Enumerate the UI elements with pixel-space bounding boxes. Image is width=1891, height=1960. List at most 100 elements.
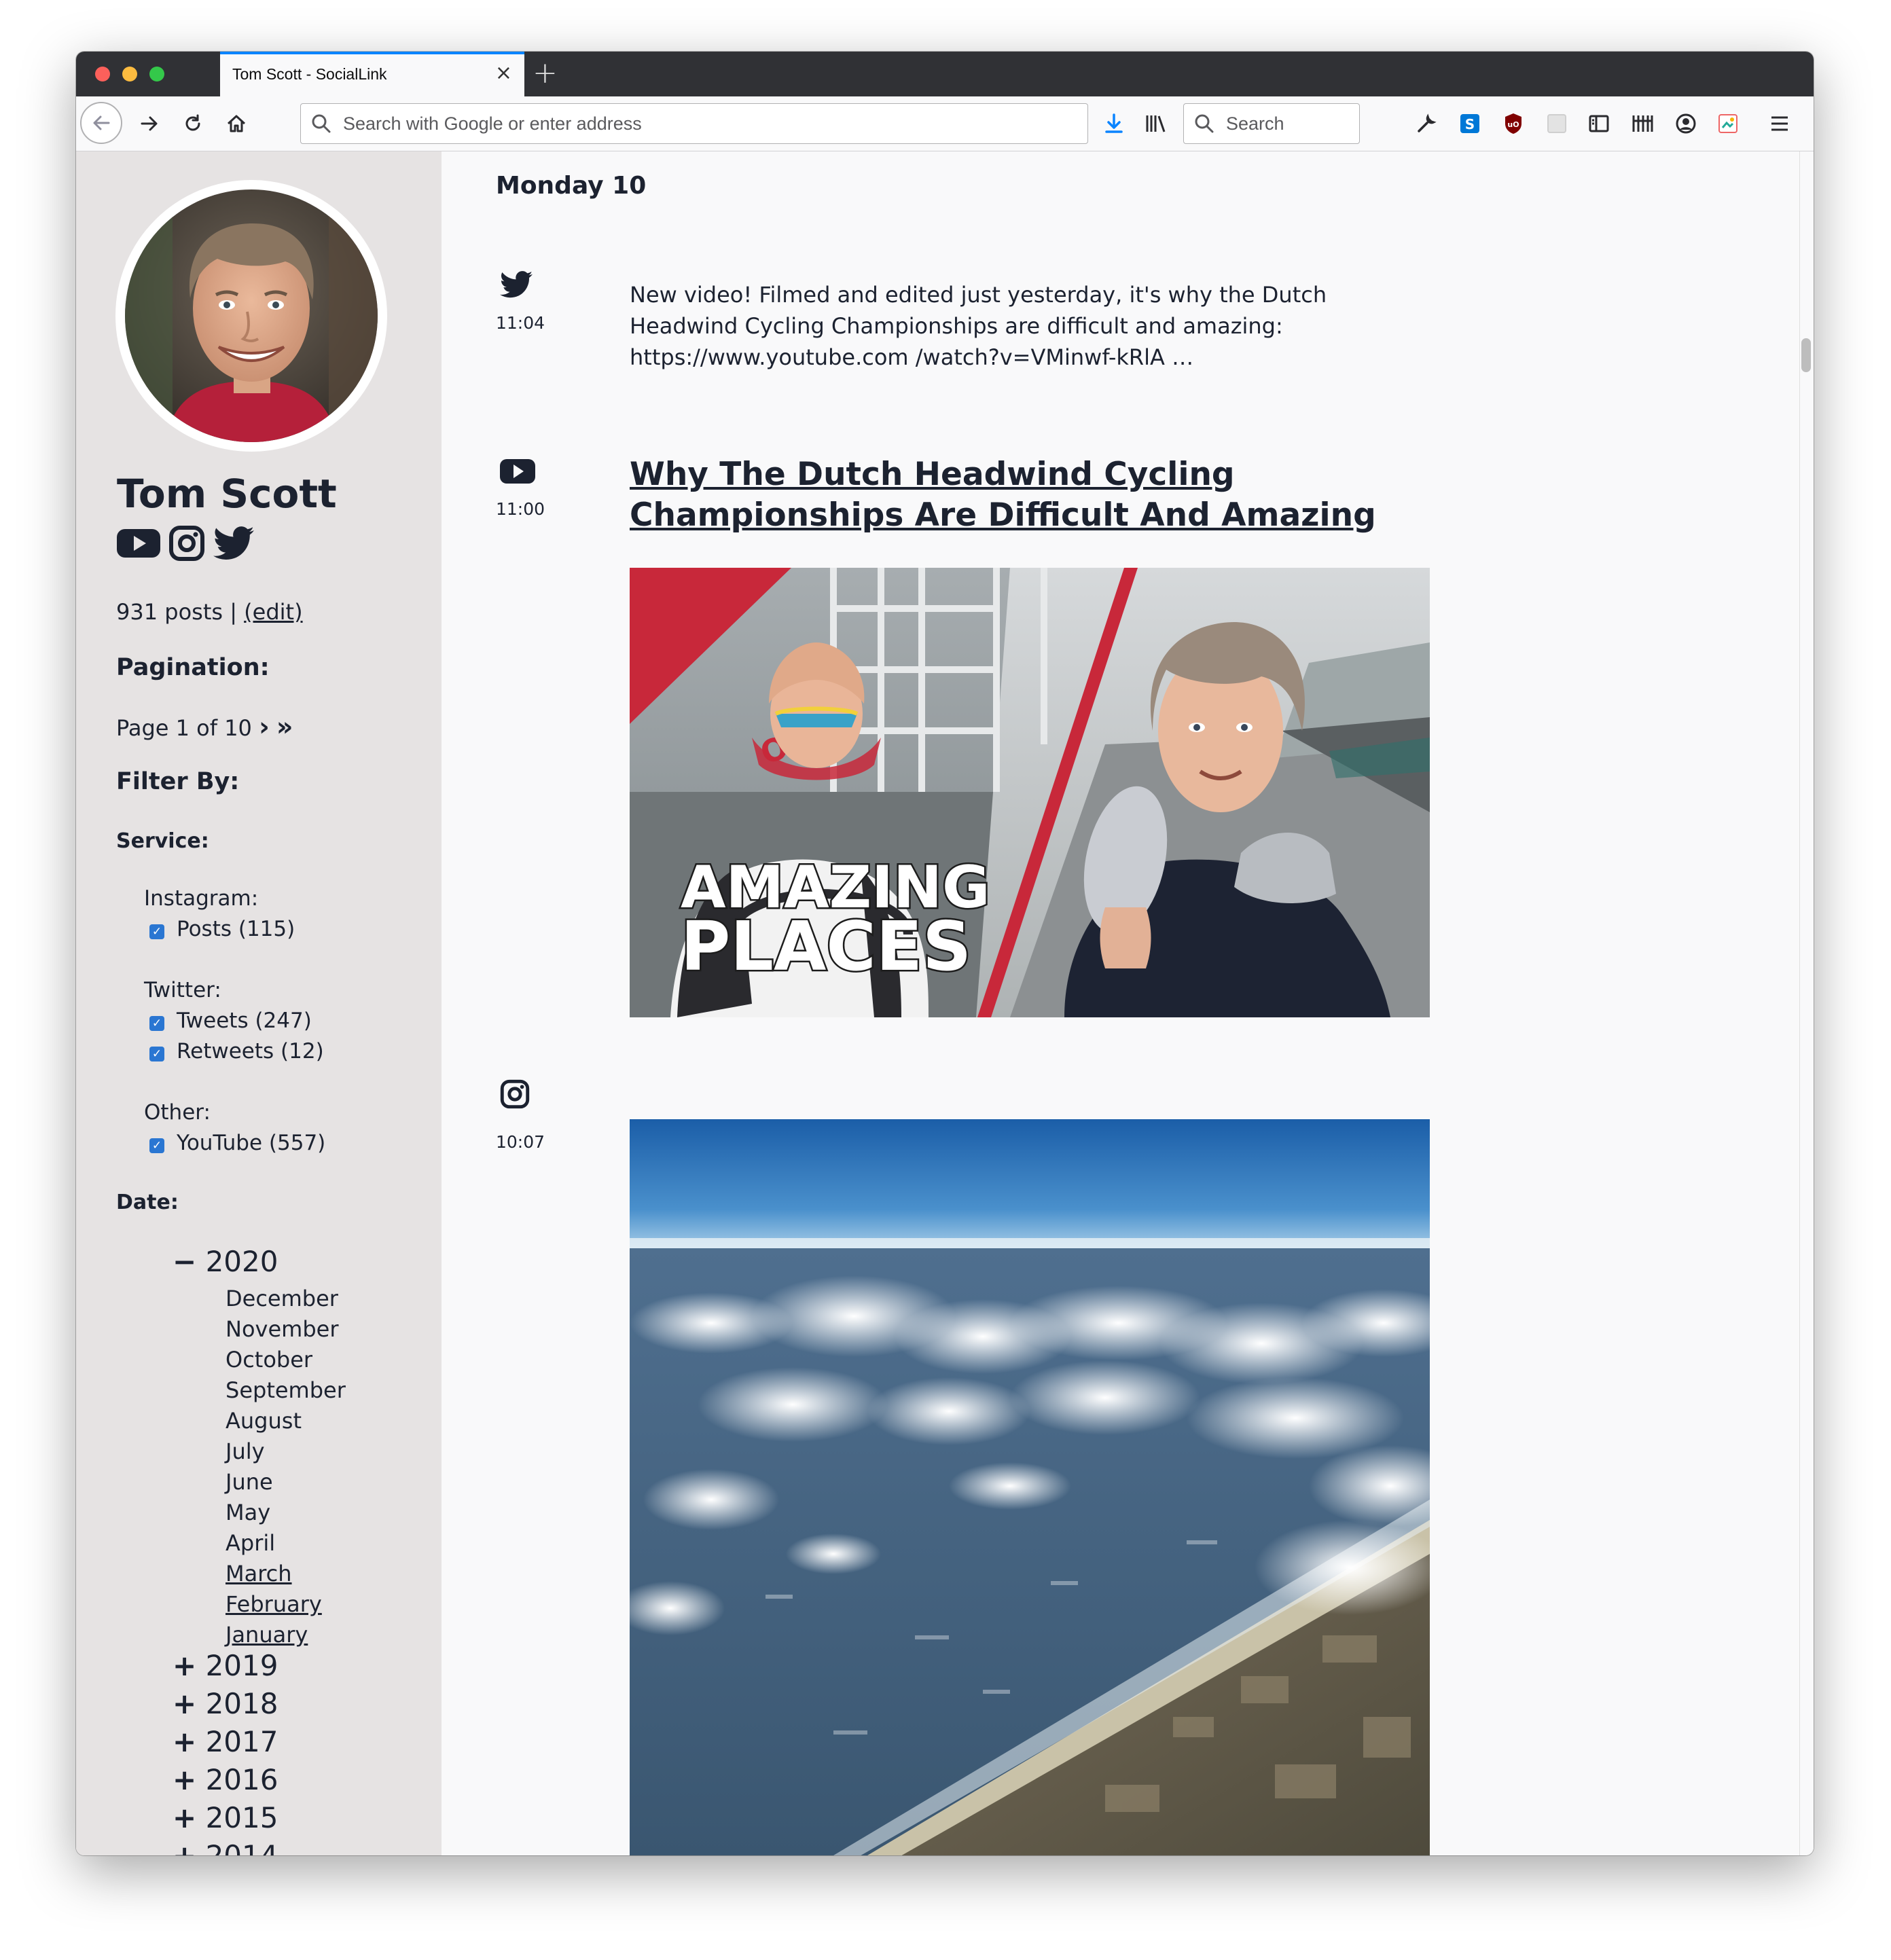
sidebar-icon: [1589, 115, 1609, 132]
download-arrow-icon: [1105, 113, 1123, 133]
expand-toggle-icon[interactable]: +: [173, 1687, 196, 1720]
youtube-icon: [500, 459, 535, 484]
month-april: April: [226, 1530, 276, 1556]
tab-active[interactable]: Tom Scott - SocialLink ×: [220, 52, 524, 96]
checkbox-tweets[interactable]: ✓: [149, 1016, 164, 1031]
close-window-button[interactable]: [95, 67, 110, 81]
post-time[interactable]: 10:07: [496, 1132, 545, 1152]
skype-extension-button[interactable]: S: [1458, 111, 1482, 136]
checkbox-instagram-posts[interactable]: ✓: [149, 924, 164, 939]
expand-toggle-icon[interactable]: +: [173, 1839, 196, 1855]
year-2018[interactable]: + 2018: [173, 1687, 278, 1720]
month-october: October: [226, 1347, 313, 1373]
home-button[interactable]: [217, 105, 255, 143]
month-september: September: [226, 1377, 346, 1403]
hamburger-menu-icon: [1771, 116, 1788, 131]
year-label: 2015: [205, 1801, 278, 1834]
video-title-link[interactable]: Why The Dutch Headwind Cycling Champions…: [630, 454, 1445, 536]
month-may: May: [226, 1500, 271, 1525]
year-2016[interactable]: + 2016: [173, 1763, 278, 1796]
back-button[interactable]: [80, 102, 122, 144]
grid-icon: [1547, 114, 1566, 133]
filter-label-tweets[interactable]: Tweets (247): [177, 1009, 312, 1033]
month-august: August: [226, 1408, 302, 1434]
thumbnail-title-line2: PLACES: [681, 907, 971, 986]
forward-button[interactable]: [130, 105, 168, 143]
scrollbar-thumb[interactable]: [1801, 338, 1811, 372]
expand-toggle-icon[interactable]: +: [173, 1725, 196, 1758]
feed: Monday 10 11:04 New video! Filmed and ed…: [442, 151, 1800, 1855]
address-bar-placeholder: Search with Google or enter address: [343, 113, 642, 134]
expand-toggle-icon[interactable]: +: [173, 1649, 196, 1682]
minimize-window-button[interactable]: [122, 67, 137, 81]
tab-close-icon[interactable]: ×: [495, 61, 512, 85]
zoom-window-button[interactable]: [149, 67, 164, 81]
page-scrollbar[interactable]: [1799, 151, 1814, 1855]
post-time[interactable]: 11:00: [496, 499, 545, 519]
tab-title: Tom Scott - SocialLink: [232, 65, 387, 83]
year-label: 2018: [205, 1687, 278, 1720]
filter-label-retweets[interactable]: Retweets (12): [177, 1039, 324, 1064]
expand-toggle-icon[interactable]: +: [173, 1801, 196, 1834]
extension-disabled-button[interactable]: [1545, 111, 1569, 136]
month-november: November: [226, 1316, 339, 1342]
month-february-link[interactable]: February: [226, 1591, 322, 1617]
account-button[interactable]: [1674, 111, 1698, 136]
filter-label-instagram-posts[interactable]: Posts (115): [177, 917, 295, 941]
filter-heading: Filter By:: [116, 768, 240, 795]
twitter-icon: [500, 271, 533, 298]
filter-label-youtube[interactable]: YouTube (557): [177, 1131, 325, 1155]
instagram-photo[interactable]: [630, 1119, 1430, 1855]
nav-toolbar: Search with Google or enter address Sear…: [76, 96, 1814, 151]
year-label: 2020: [205, 1245, 278, 1278]
group-label-instagram: Instagram:: [144, 886, 259, 911]
year-2014[interactable]: + 2014: [173, 1839, 278, 1855]
year-2020[interactable]: − 2020: [173, 1245, 278, 1278]
year-label: 2016: [205, 1763, 278, 1796]
search-icon: [312, 114, 331, 133]
month-july: July: [226, 1438, 265, 1464]
bookmarks-menu-button[interactable]: [1630, 111, 1655, 136]
year-2019[interactable]: + 2019: [173, 1649, 278, 1682]
post-time[interactable]: 11:04: [496, 313, 545, 333]
collapse-toggle-icon[interactable]: −: [173, 1245, 196, 1278]
address-bar[interactable]: Search with Google or enter address: [300, 103, 1088, 144]
youtube-icon[interactable]: [117, 528, 160, 559]
search-box[interactable]: Search: [1183, 103, 1360, 144]
reload-button[interactable]: [174, 105, 212, 143]
menu-button[interactable]: [1767, 111, 1792, 136]
back-arrow-icon: [93, 115, 110, 130]
instagram-icon[interactable]: [168, 525, 205, 562]
devtools-button[interactable]: [1414, 111, 1439, 136]
video-thumbnail[interactable]: OMEV AMAZING PLACES: [630, 568, 1430, 1017]
profile-sidebar: Tom Scott 931 posts | (edit) Pagination:…: [76, 151, 442, 1855]
service-links: [117, 525, 254, 562]
next-page-link[interactable]: ›: [259, 712, 270, 742]
avatar: [125, 189, 378, 442]
year-2015[interactable]: + 2015: [173, 1801, 278, 1834]
last-page-link[interactable]: »: [276, 712, 293, 742]
twitter-icon[interactable]: [213, 526, 254, 560]
edit-link[interactable]: (edit): [244, 599, 302, 625]
month-january-link[interactable]: January: [226, 1622, 308, 1648]
library-button[interactable]: [1144, 111, 1168, 136]
month-march-link[interactable]: March: [226, 1561, 292, 1586]
pagination-heading: Pagination:: [116, 654, 270, 681]
service-heading: Service:: [116, 829, 209, 853]
ublock-extension-button[interactable]: uO: [1501, 111, 1526, 136]
skype-icon: S: [1460, 114, 1479, 133]
year-label: 2019: [205, 1649, 278, 1682]
instagram-icon: [500, 1079, 530, 1109]
downloads-button[interactable]: [1102, 111, 1126, 136]
year-2017[interactable]: + 2017: [173, 1725, 278, 1758]
checkbox-youtube[interactable]: ✓: [149, 1138, 164, 1153]
date-heading: Date:: [116, 1191, 179, 1214]
group-label-other: Other:: [144, 1100, 211, 1125]
avatar-frame: [115, 180, 387, 452]
new-tab-button[interactable]: +: [533, 56, 558, 90]
expand-toggle-icon[interactable]: +: [173, 1763, 196, 1796]
sidebar-toggle-button[interactable]: [1587, 111, 1611, 136]
screenshot-extension-button[interactable]: [1716, 111, 1740, 136]
page-indicator: Page 1 of 10: [116, 715, 252, 741]
checkbox-retweets[interactable]: ✓: [149, 1047, 164, 1061]
